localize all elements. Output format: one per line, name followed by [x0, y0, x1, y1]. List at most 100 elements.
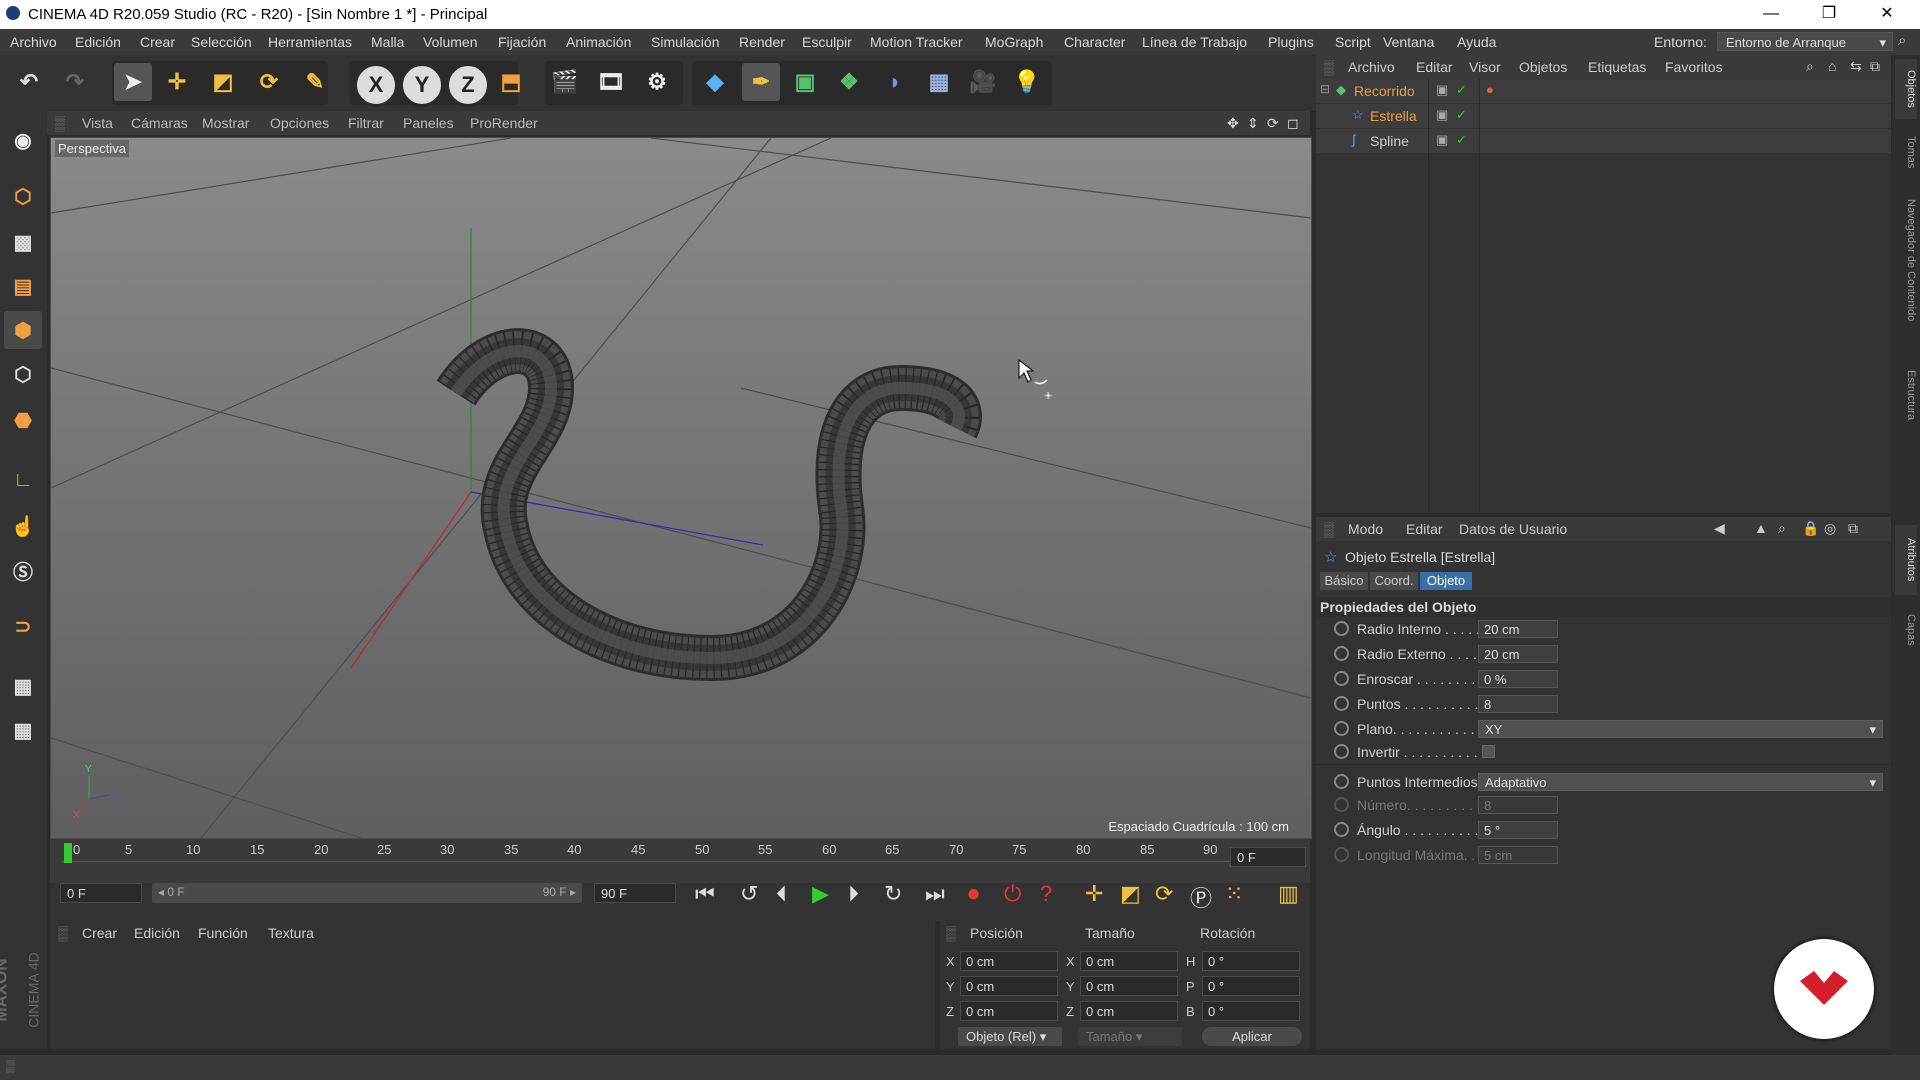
object-menu-objetos[interactable]: Objetos	[1519, 59, 1567, 75]
menu-fijacion[interactable]: Fijación	[498, 34, 546, 50]
position-z-field[interactable]: 0 cm	[960, 1001, 1058, 1021]
timeline-playhead[interactable]	[64, 843, 72, 863]
collapse-icon[interactable]: ⊟	[1320, 82, 1330, 96]
workplane-lock-icon[interactable]: ▦	[4, 667, 42, 705]
home-icon[interactable]: ⌂	[1828, 58, 1836, 74]
enabled-check-icon[interactable]: ✓	[1456, 107, 1467, 123]
menu-herramientas[interactable]: Herramientas	[268, 34, 352, 50]
viewport-menu-paneles[interactable]: Paneles	[403, 115, 454, 131]
move-icon[interactable]: ✛	[158, 63, 196, 101]
menu-ayuda[interactable]: Ayuda	[1457, 34, 1496, 50]
light-icon[interactable]: 💡	[1008, 63, 1046, 101]
tab-atributos[interactable]: Atributos	[1895, 525, 1917, 595]
menu-motion-tracker[interactable]: Motion Tracker	[870, 34, 963, 50]
animate-radio-icon[interactable]	[1334, 671, 1349, 686]
zoom-view-icon[interactable]: ⇕	[1247, 115, 1259, 132]
puntos-field[interactable]: 8	[1478, 695, 1558, 713]
size-mode-select[interactable]: Tamaño ▾	[1078, 1027, 1182, 1046]
size-y-field[interactable]: 0 cm	[1080, 976, 1178, 996]
viewport-menu-vista[interactable]: Vista	[82, 115, 113, 131]
edit-visibility-icon[interactable]: ▣	[1436, 107, 1448, 123]
camera-icon[interactable]: 🎥	[964, 63, 1002, 101]
back-arrow-icon[interactable]: ◀	[1714, 520, 1725, 537]
rotation-b-field[interactable]: 0 °	[1202, 1001, 1300, 1021]
live-selection-icon[interactable]: ✎	[296, 63, 334, 101]
target-icon[interactable]: ◎	[1824, 520, 1836, 537]
invertir-checkbox[interactable]	[1482, 745, 1495, 758]
restore-button[interactable]: ❐	[1800, 0, 1858, 29]
start-frame-field[interactable]: 0 F	[60, 883, 142, 903]
new-window-icon[interactable]: ⧉	[1848, 520, 1858, 537]
size-x-field[interactable]: 0 cm	[1080, 951, 1178, 971]
object-menu-archivo[interactable]: Archivo	[1348, 59, 1395, 75]
brand-badge[interactable]	[1774, 939, 1874, 1039]
previous-frame-icon[interactable]: ⏴	[776, 881, 787, 907]
points-mode-icon[interactable]: ⬢	[4, 311, 42, 349]
previous-keyframe-icon[interactable]: ↺	[740, 881, 758, 907]
material-menu-textura[interactable]: Textura	[268, 925, 314, 941]
object-menu-etiquetas[interactable]: Etiquetas	[1588, 59, 1646, 75]
key-position-icon[interactable]: ✛	[1085, 881, 1103, 907]
viewport-menu-opciones[interactable]: Opciones	[270, 115, 329, 131]
menu-seleccion[interactable]: Selección	[191, 34, 252, 50]
close-button[interactable]: ✕	[1858, 0, 1916, 29]
tag-icon[interactable]: ●	[1486, 82, 1494, 97]
go-to-start-icon[interactable]: ⏮	[695, 881, 715, 907]
animate-radio-icon[interactable]	[1334, 847, 1349, 862]
workplane-rotate-icon[interactable]: ▦	[4, 711, 42, 749]
menu-volumen[interactable]: Volumen	[423, 34, 477, 50]
object-name[interactable]: Spline	[1370, 133, 1409, 149]
coordinate-system-icon[interactable]: ⬒	[492, 63, 530, 101]
angulo-field[interactable]: 5 °	[1478, 821, 1558, 839]
x-axis-lock-button[interactable]: X	[354, 63, 398, 107]
animate-radio-icon[interactable]	[1334, 621, 1349, 636]
menu-character[interactable]: Character	[1064, 34, 1125, 50]
menu-malla[interactable]: Malla	[371, 34, 404, 50]
new-window-icon[interactable]: ⧉	[1870, 58, 1880, 75]
menu-script[interactable]: Script	[1335, 34, 1371, 50]
3d-viewport[interactable]: + Y Z X Perspectiva Espaciado Cuadrícula…	[50, 137, 1312, 839]
menu-ventana[interactable]: Ventana	[1383, 34, 1434, 50]
render-picture-viewer-icon[interactable]: 🎞	[592, 63, 630, 101]
y-axis-lock-button[interactable]: Y	[400, 63, 444, 107]
enabled-check-icon[interactable]: ✓	[1456, 82, 1467, 98]
rotate-view-icon[interactable]: ⟳	[1267, 115, 1279, 132]
animate-radio-icon[interactable]	[1334, 646, 1349, 661]
search-icon[interactable]: ⌕	[1806, 58, 1814, 75]
tab-navegador-contenido[interactable]: Navegador de Contenido	[1895, 185, 1917, 335]
animate-radio-icon[interactable]	[1334, 744, 1349, 759]
object-menu-editar[interactable]: Editar	[1416, 59, 1453, 75]
undo-icon[interactable]: ↶	[10, 63, 48, 101]
timeline-window-icon[interactable]: ▥	[1278, 881, 1299, 907]
pen-spline-icon[interactable]: ✒	[742, 63, 780, 101]
tab-objeto[interactable]: Objeto	[1420, 572, 1472, 590]
material-menu-crear[interactable]: Crear	[82, 925, 117, 941]
menu-archivo[interactable]: Archivo	[10, 34, 57, 50]
material-menu-edicion[interactable]: Edición	[134, 925, 180, 941]
object-row-recorrido[interactable]: ⊟ ◆ Recorrido ▣ ✓ ●	[1316, 79, 1891, 104]
animate-radio-icon[interactable]	[1334, 822, 1349, 837]
viewport-menu-mostrar[interactable]: Mostrar	[202, 115, 249, 131]
pan-view-icon[interactable]: ✥	[1227, 115, 1239, 132]
subdivision-icon[interactable]: ▣	[786, 63, 824, 101]
edit-visibility-icon[interactable]: ▣	[1436, 132, 1448, 148]
model-mode-icon[interactable]: ⬡	[4, 177, 42, 215]
texture-mode-icon[interactable]: ▩	[4, 223, 42, 261]
object-menu-favoritos[interactable]: Favoritos	[1665, 59, 1723, 75]
select-arrow-icon[interactable]: ➤	[114, 63, 152, 101]
render-settings-icon[interactable]: ⚙	[638, 63, 676, 101]
redo-icon[interactable]: ↷	[56, 63, 94, 101]
next-frame-icon[interactable]: ⏵	[848, 881, 859, 907]
animate-radio-icon[interactable]	[1334, 797, 1349, 812]
link-icon[interactable]: ⇆	[1850, 58, 1862, 75]
maximize-view-icon[interactable]: ◻	[1287, 115, 1299, 132]
object-row-spline[interactable]: ∫ Spline ▣ ✓	[1316, 129, 1891, 153]
polygons-mode-icon[interactable]: ⬣	[4, 401, 42, 439]
cloner-icon[interactable]: ❖	[830, 63, 868, 101]
attr-menu-modo[interactable]: Modo	[1348, 521, 1383, 537]
edges-mode-icon[interactable]: ⬡	[4, 355, 42, 393]
position-x-field[interactable]: 0 cm	[960, 951, 1058, 971]
longitud-maxima-field[interactable]: 5 cm	[1478, 846, 1558, 864]
menu-crear[interactable]: Crear	[140, 34, 175, 50]
radio-externo-field[interactable]: 20 cm	[1478, 645, 1558, 663]
